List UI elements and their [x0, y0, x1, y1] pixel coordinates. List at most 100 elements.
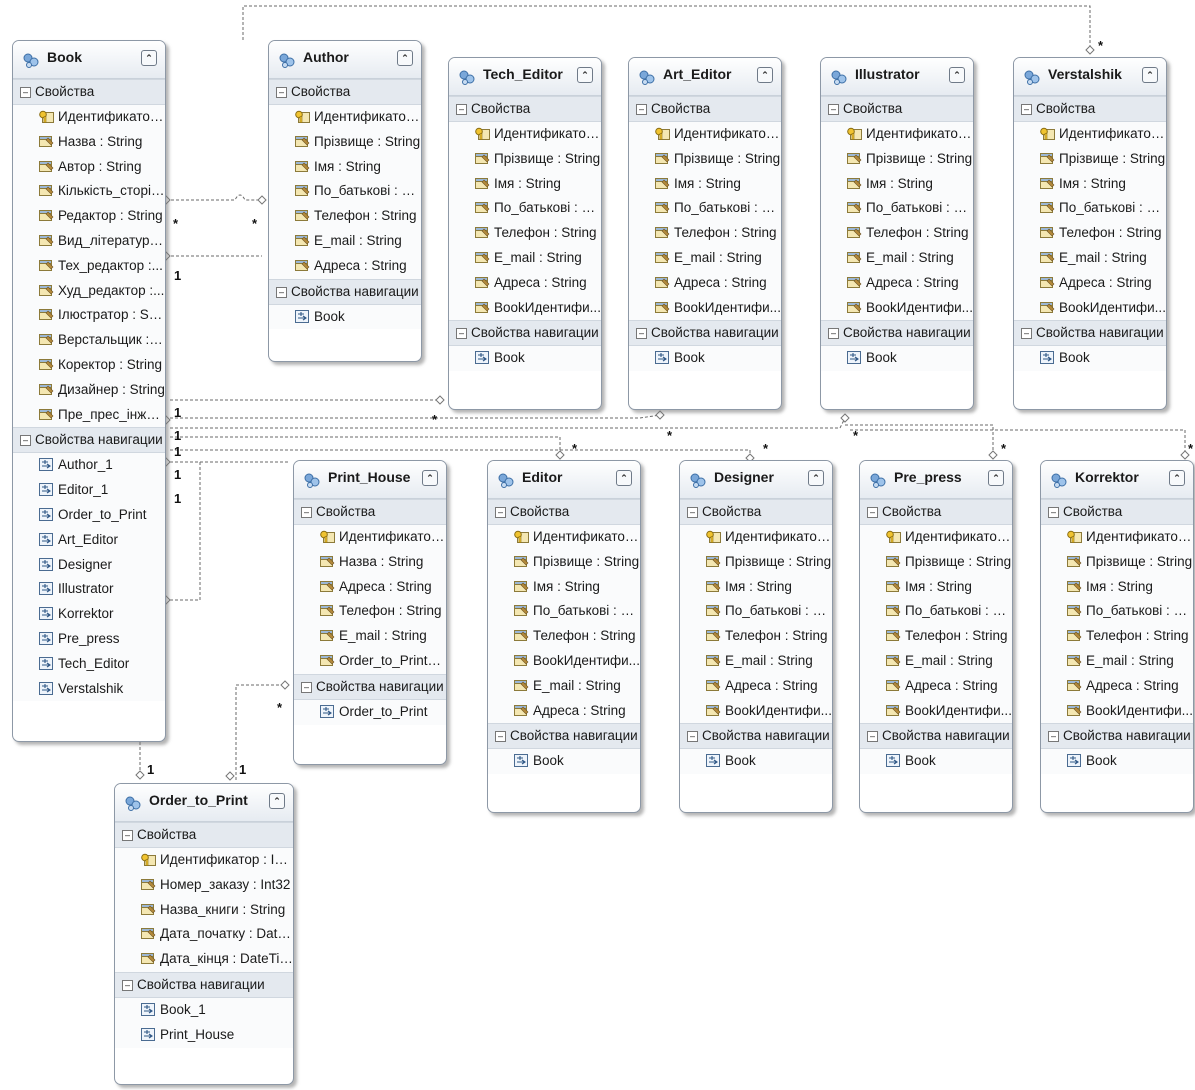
- property-row[interactable]: Імя : String: [1014, 171, 1166, 197]
- association-line[interactable]: [170, 449, 751, 458]
- collapse-chevron-icon[interactable]: ⌃: [141, 50, 157, 66]
- property-row[interactable]: BookИдентифи...: [449, 295, 601, 321]
- collapse-minus-icon[interactable]: –: [1021, 104, 1032, 115]
- property-row[interactable]: По_батькові : St...: [680, 599, 832, 625]
- property-row[interactable]: Адреса : String: [294, 574, 446, 600]
- property-row[interactable]: Номер_заказу : Int32: [115, 872, 293, 898]
- property-row[interactable]: По_батькові : St...: [1014, 196, 1166, 222]
- property-row[interactable]: По_батькові : St...: [860, 599, 1012, 625]
- property-row[interactable]: Адреса : String: [821, 270, 973, 296]
- properties-section-header[interactable]: – Свойства: [1041, 499, 1193, 525]
- association-line[interactable]: [166, 194, 262, 201]
- collapse-minus-icon[interactable]: –: [636, 328, 647, 340]
- property-row[interactable]: Адреса : String: [680, 673, 832, 699]
- navigation-row[interactable]: Print_House: [115, 1022, 293, 1048]
- property-row[interactable]: Идентификатор...: [821, 122, 973, 147]
- property-row[interactable]: Телефон : String: [821, 221, 973, 246]
- property-row[interactable]: Прізвище : String: [680, 549, 832, 575]
- collapse-minus-icon[interactable]: –: [276, 87, 287, 98]
- property-row[interactable]: E_mail : String: [1041, 648, 1193, 674]
- collapse-minus-icon[interactable]: –: [1021, 328, 1032, 340]
- property-row[interactable]: Прізвище : String: [1041, 549, 1193, 575]
- property-row[interactable]: BookИдентифи...: [1014, 295, 1166, 321]
- property-row[interactable]: E_mail : String: [1014, 245, 1166, 271]
- navigation-row[interactable]: Order_to_Print: [294, 699, 446, 725]
- navigation-row[interactable]: Book: [860, 749, 1012, 775]
- collapse-chevron-icon[interactable]: ⌃: [1142, 67, 1158, 83]
- collapse-chevron-icon[interactable]: ⌃: [808, 470, 824, 486]
- navigation-row[interactable]: Book: [1014, 346, 1166, 372]
- entity-header[interactable]: Verstalshik ⌃: [1014, 58, 1166, 96]
- property-row[interactable]: Прізвище : String: [488, 549, 640, 575]
- navigation-row[interactable]: Book: [488, 749, 640, 775]
- navigation-row[interactable]: Tech_Editor: [13, 651, 165, 677]
- entity-author[interactable]: Author ⌃ – Свойства Идентификатор... Прізвище…: [268, 40, 422, 362]
- collapse-minus-icon[interactable]: –: [495, 731, 506, 743]
- property-row[interactable]: Імя : String: [449, 171, 601, 197]
- navigation-section-header[interactable]: – Свойства навигации: [860, 723, 1012, 750]
- navigation-section-header[interactable]: – Свойства навигации: [1041, 723, 1193, 750]
- property-row[interactable]: Идентификатор...: [13, 105, 165, 130]
- properties-section-header[interactable]: – Свойства: [680, 499, 832, 525]
- property-row[interactable]: E_mail : String: [449, 245, 601, 271]
- property-row[interactable]: Адреса : String: [449, 270, 601, 296]
- entity-header[interactable]: Author ⌃: [269, 41, 421, 79]
- navigation-row[interactable]: Korrektor: [13, 602, 165, 627]
- entity-tech-editor[interactable]: Tech_Editor ⌃ – Свойства Идентификатор... Прі…: [448, 57, 602, 410]
- property-row[interactable]: E_mail : String: [821, 245, 973, 271]
- property-row[interactable]: Прізвище : String: [449, 146, 601, 172]
- property-row[interactable]: Назва : String: [294, 549, 446, 575]
- property-row[interactable]: Телефон : String: [449, 221, 601, 246]
- property-row[interactable]: По_батькові : St...: [269, 179, 421, 205]
- property-row[interactable]: По_батькові : St...: [449, 196, 601, 222]
- collapse-chevron-icon[interactable]: ⌃: [269, 793, 285, 809]
- property-row[interactable]: Идентификатор...: [1014, 122, 1166, 147]
- property-row[interactable]: Коректор : String: [13, 352, 165, 378]
- entity-editor[interactable]: Editor ⌃ – Свойства Идентификатор... Прізвище…: [487, 460, 641, 813]
- property-row[interactable]: Імя : String: [680, 574, 832, 600]
- property-row[interactable]: Идентификатор...: [629, 122, 781, 147]
- property-row[interactable]: Телефон : String: [680, 624, 832, 649]
- property-row[interactable]: Идентификатор...: [488, 525, 640, 550]
- properties-section-header[interactable]: – Свойства: [860, 499, 1012, 525]
- property-row[interactable]: BookИдентифи...: [680, 698, 832, 724]
- entity-header[interactable]: Order_to_Print ⌃: [115, 784, 293, 822]
- property-row[interactable]: Імя : String: [629, 171, 781, 197]
- property-row[interactable]: По_батькові : St...: [488, 599, 640, 625]
- property-row[interactable]: По_батькові : St...: [1041, 599, 1193, 625]
- property-row[interactable]: BookИдентифи...: [629, 295, 781, 321]
- navigation-row[interactable]: Author_1: [13, 453, 165, 479]
- entity-verstalshik[interactable]: Verstalshik ⌃ – Свойства Идентификатор... Прі…: [1013, 57, 1167, 410]
- property-row[interactable]: BookИдентифи...: [821, 295, 973, 321]
- navigation-row[interactable]: Order_to_Print: [13, 502, 165, 528]
- navigation-section-header[interactable]: – Свойства навигации: [13, 427, 165, 454]
- collapse-minus-icon[interactable]: –: [636, 104, 647, 115]
- property-row[interactable]: E_mail : String: [488, 673, 640, 699]
- properties-section-header[interactable]: – Свойства: [821, 96, 973, 122]
- property-row[interactable]: Ілюстратор : Str...: [13, 303, 165, 329]
- navigation-section-header[interactable]: – Свойства навигации: [294, 673, 446, 700]
- association-line[interactable]: [845, 424, 994, 455]
- property-row[interactable]: Телефон : String: [629, 221, 781, 246]
- collapse-chevron-icon[interactable]: ⌃: [757, 67, 773, 83]
- properties-section-header[interactable]: – Свойства: [449, 96, 601, 122]
- property-row[interactable]: Редактор : String: [13, 204, 165, 229]
- collapse-minus-icon[interactable]: –: [456, 328, 467, 340]
- property-row[interactable]: E_mail : String: [629, 245, 781, 271]
- properties-section-header[interactable]: – Свойства: [1014, 96, 1166, 122]
- navigation-row[interactable]: Book: [629, 346, 781, 372]
- association-line[interactable]: [850, 429, 1186, 455]
- navigation-section-header[interactable]: – Свойства навигации: [629, 320, 781, 347]
- property-row[interactable]: Order_to_PrintИ...: [294, 648, 446, 674]
- collapse-minus-icon[interactable]: –: [1048, 731, 1059, 743]
- navigation-row[interactable]: Pre_press: [13, 626, 165, 652]
- properties-section-header[interactable]: – Свойства: [13, 79, 165, 105]
- collapse-minus-icon[interactable]: –: [1048, 507, 1059, 518]
- property-row[interactable]: Прізвище : String: [269, 129, 421, 155]
- property-row[interactable]: Імя : String: [821, 171, 973, 197]
- navigation-section-header[interactable]: – Свойства навигации: [449, 320, 601, 347]
- navigation-row[interactable]: Designer: [13, 552, 165, 578]
- entity-header[interactable]: Art_Editor ⌃: [629, 58, 781, 96]
- collapse-minus-icon[interactable]: –: [20, 435, 31, 447]
- collapse-chevron-icon[interactable]: ⌃: [988, 470, 1004, 486]
